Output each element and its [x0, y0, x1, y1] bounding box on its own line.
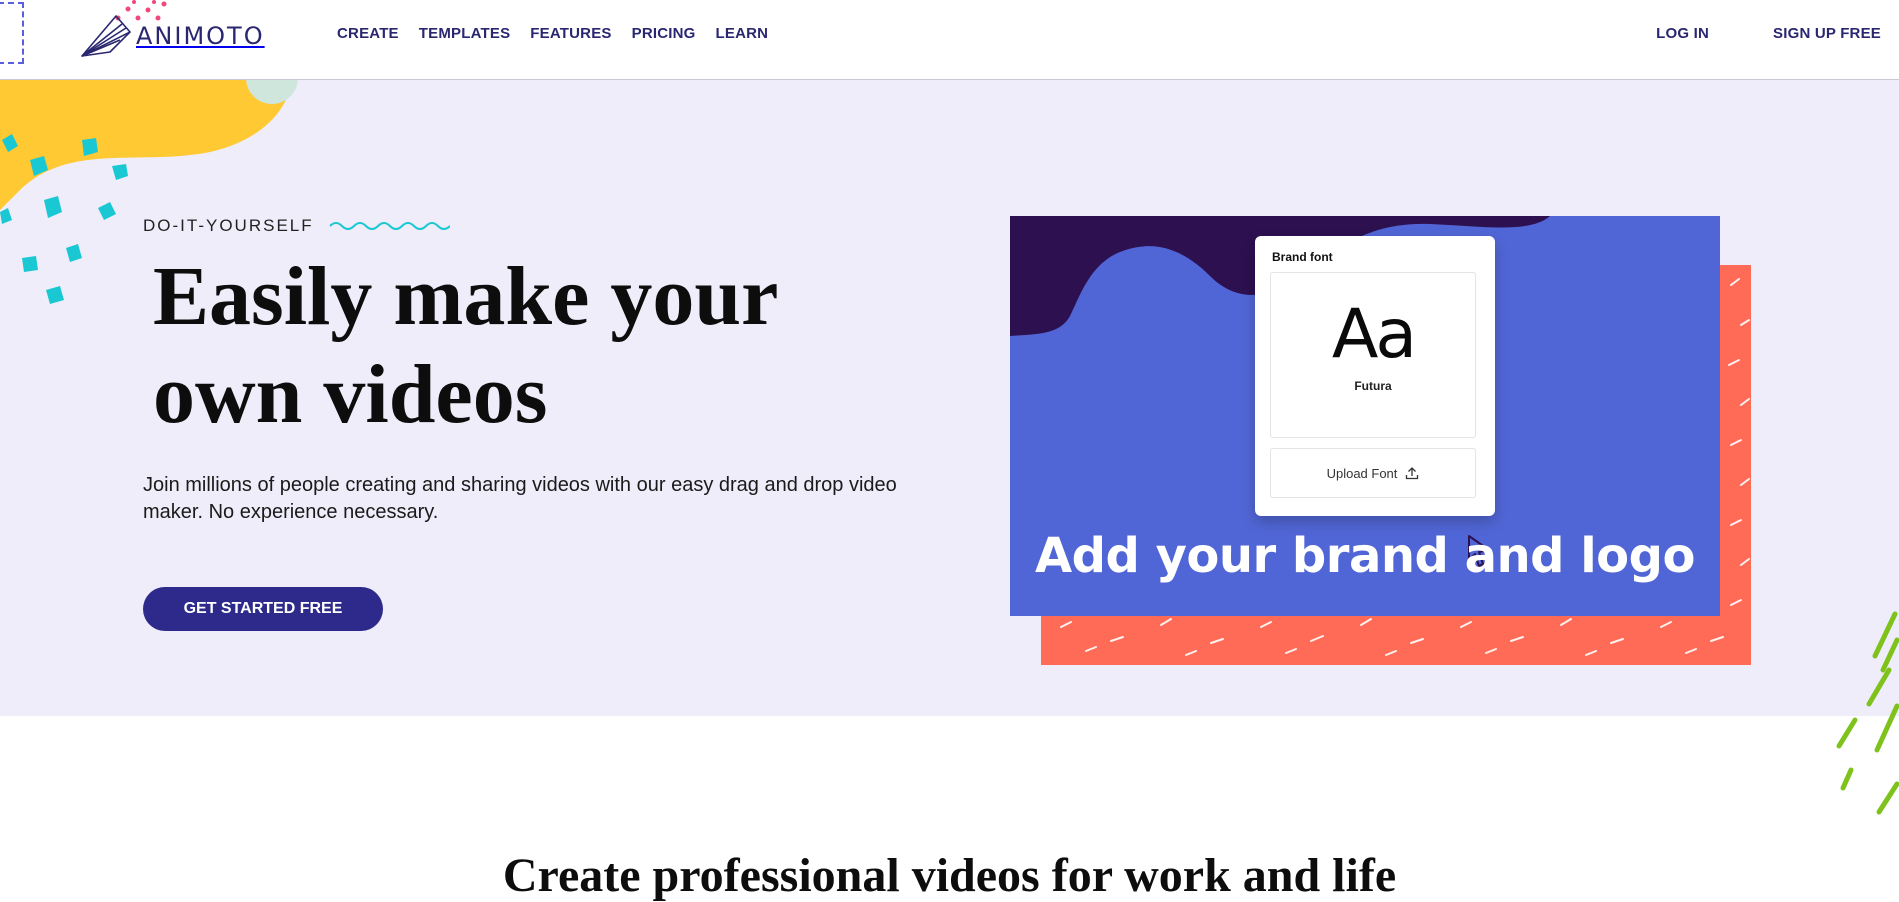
- green-brush-strokes: [1836, 611, 1899, 815]
- blue-preview-card: Brand font Aa Futura Upload Font Add you…: [1010, 216, 1720, 616]
- font-name-label: Futura: [1354, 379, 1392, 393]
- eyebrow: DO-IT-YOURSELF: [143, 216, 450, 236]
- upload-font-label: Upload Font: [1326, 465, 1398, 481]
- animoto-logo-icon: [81, 15, 131, 57]
- nav-pricing[interactable]: PRICING: [632, 25, 696, 42]
- hero-subtext: Join millions of people creating and sha…: [143, 474, 897, 523]
- nav-create[interactable]: CREATE: [337, 25, 399, 42]
- main-nav: CREATE TEMPLATES FEATURES PRICING LEARN: [337, 25, 768, 42]
- logo-wordmark: ANIMOTO: [136, 22, 265, 50]
- signup-link[interactable]: SIGN UP FREE: [1773, 25, 1881, 42]
- hero-headline: Easily make your own videos: [153, 250, 777, 441]
- brand-caption: Add your brand and logo: [1035, 528, 1695, 584]
- nav-templates[interactable]: TEMPLATES: [419, 25, 511, 42]
- upload-font-button[interactable]: Upload Font: [1270, 448, 1476, 498]
- brand-font-title: Brand font: [1272, 250, 1333, 264]
- login-link[interactable]: LOG IN: [1656, 25, 1709, 42]
- get-started-button[interactable]: GET STARTED FREE: [143, 587, 383, 631]
- eyebrow-label: DO-IT-YOURSELF: [143, 216, 314, 235]
- brand-preview-illustration: Brand font Aa Futura Upload Font Add you…: [1010, 216, 1751, 668]
- section-title: Create professional videos for work and …: [502, 849, 1397, 902]
- brand-font-panel: Brand font Aa Futura Upload Font: [1255, 236, 1495, 516]
- nav-features[interactable]: FEATURES: [530, 25, 611, 42]
- animoto-logo[interactable]: ANIMOTO: [80, 14, 265, 58]
- hero-section: DO-IT-YOURSELF Easily make your own vide…: [0, 80, 1899, 716]
- font-sample-glyphs: Aa: [1331, 295, 1417, 374]
- upload-icon: [1406, 467, 1419, 480]
- nav-learn[interactable]: LEARN: [716, 25, 769, 42]
- font-preview-box: Aa Futura: [1270, 272, 1476, 438]
- wavy-line-icon: [328, 222, 450, 230]
- site-header: ANIMOTO CREATE TEMPLATES FEATURES PRICIN…: [0, 0, 1899, 80]
- decorative-dashed-box: [0, 2, 24, 64]
- account-nav: LOG IN SIGN UP FREE: [1656, 25, 1881, 42]
